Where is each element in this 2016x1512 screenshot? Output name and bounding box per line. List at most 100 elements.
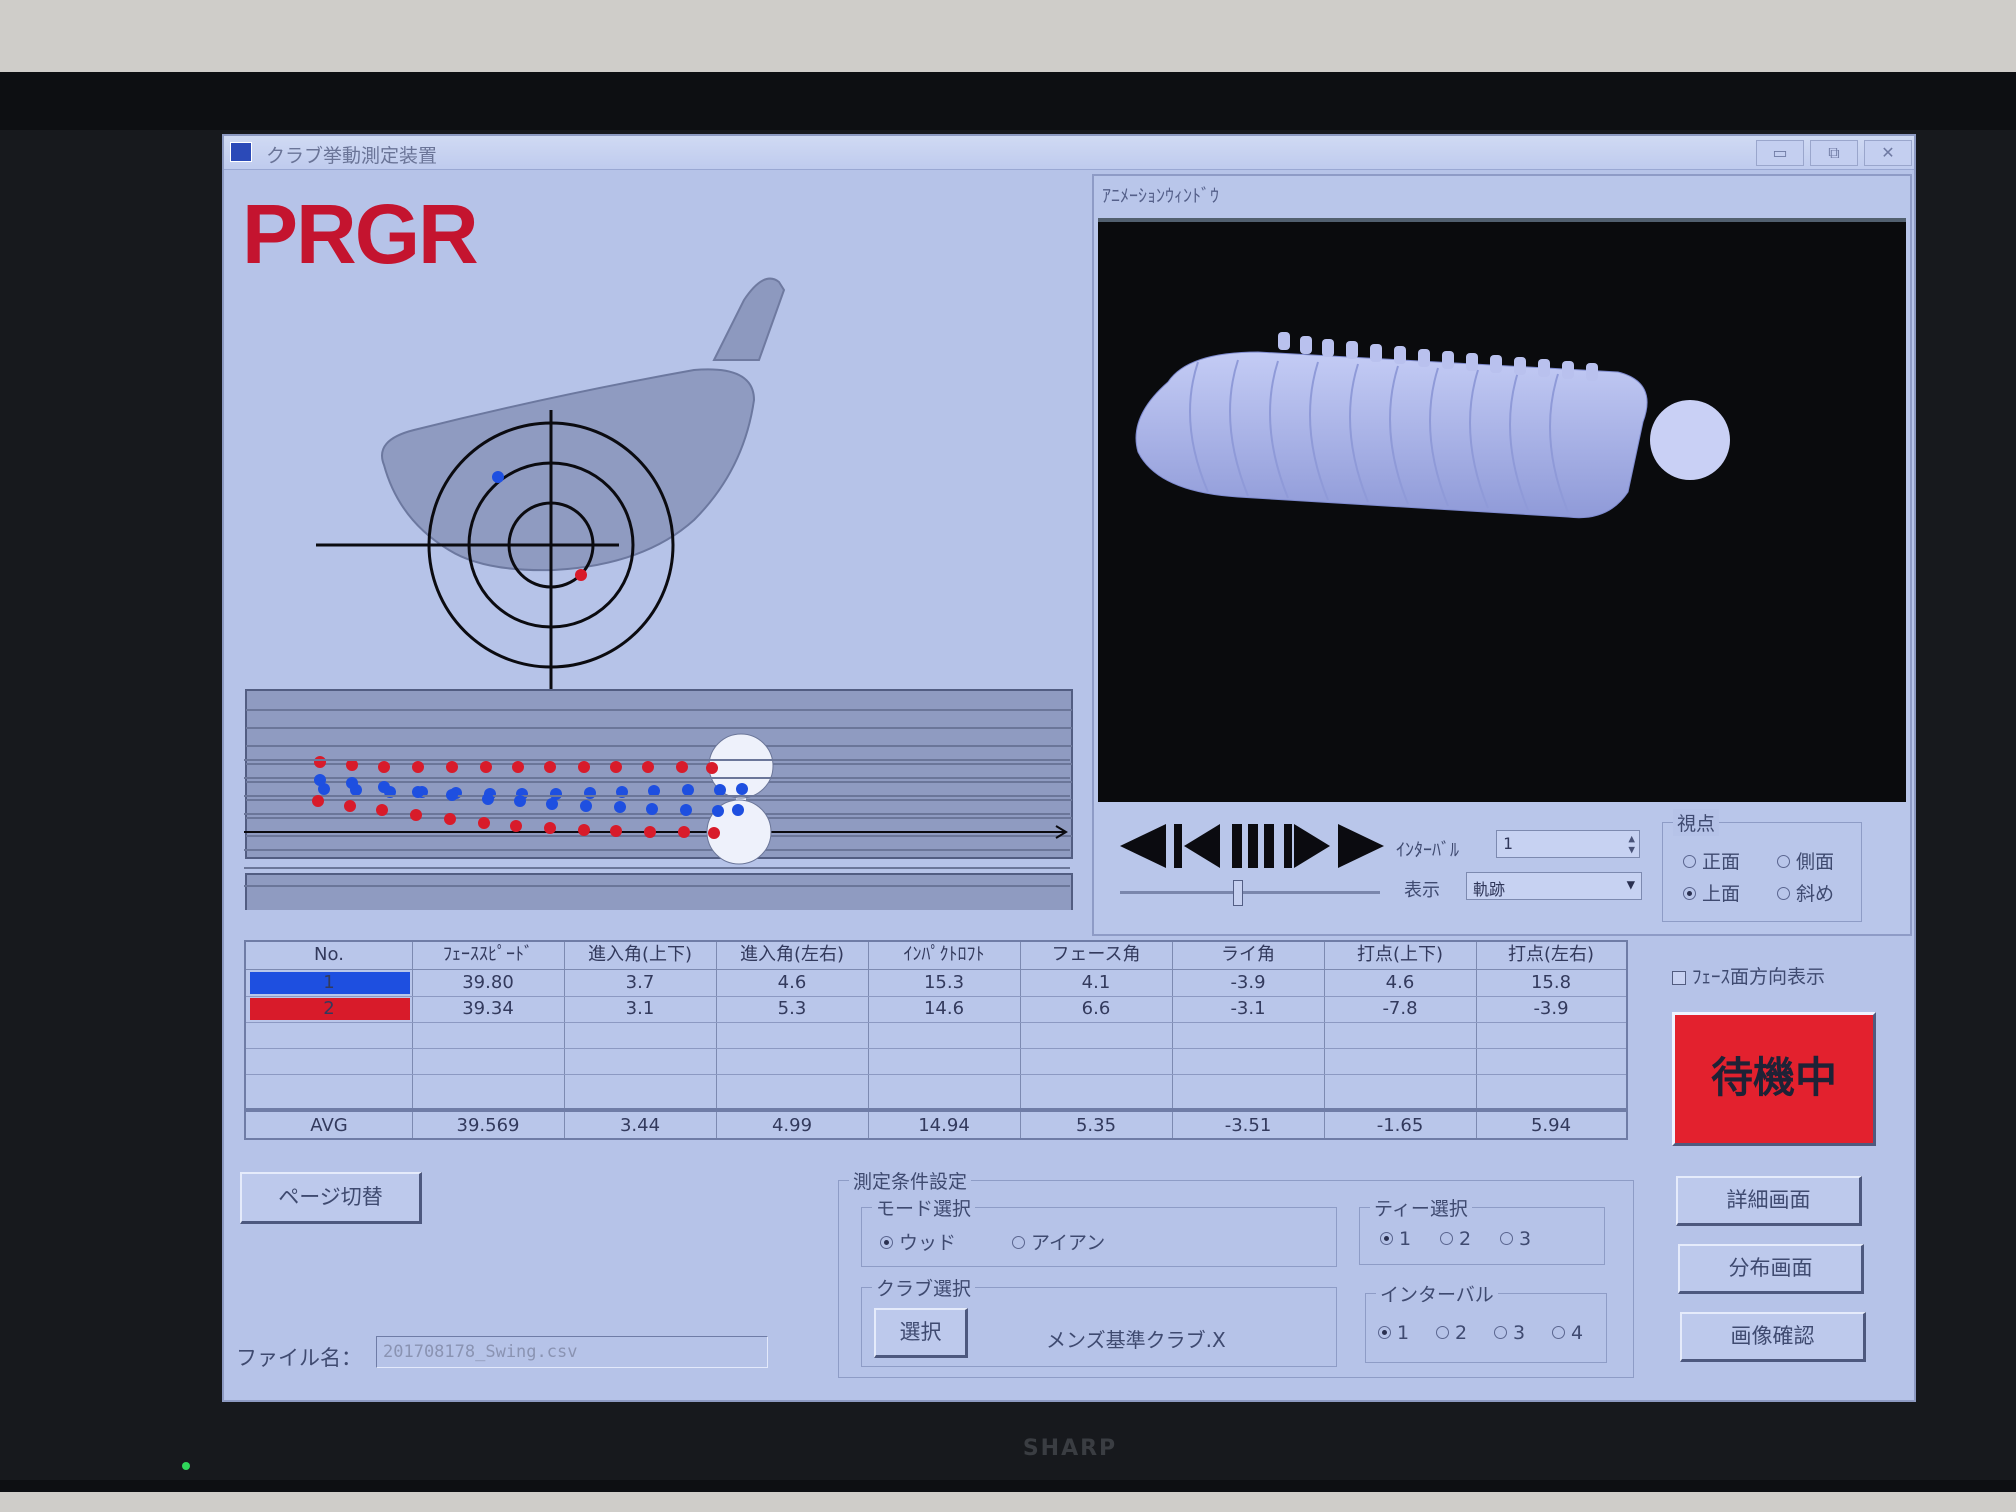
- avg-cell: 3.44: [619, 1115, 661, 1136]
- club-head-trail: [1135, 332, 1648, 519]
- tee-1-radio[interactable]: 1: [1380, 1228, 1411, 1250]
- step-forward-icon[interactable]: [1284, 824, 1330, 868]
- viewpoint-side-radio[interactable]: 側面: [1777, 847, 1834, 874]
- table-cell: 15.8: [1530, 972, 1572, 993]
- measurement-settings-group: 測定条件設定 モード選択 ウッド アイアン ティー選択 1 2 3 クラブ選択 …: [838, 1167, 1634, 1378]
- face-direction-checkbox[interactable]: ﾌｪｰｽ面方向表示: [1672, 962, 1825, 989]
- avg-cell: -1.65: [1376, 1115, 1424, 1136]
- radio-selected-icon: [880, 1236, 893, 1249]
- column-header-impact-horizontal: 打点(左右): [1507, 944, 1595, 965]
- interval-group: インターバル 1 2 3 4: [1365, 1280, 1607, 1363]
- window-title: クラブ挙動測定装置: [266, 145, 438, 167]
- viewpoint-front-radio[interactable]: 正面: [1683, 847, 1740, 874]
- interval-4-radio[interactable]: 4: [1552, 1322, 1583, 1344]
- filename-field[interactable]: 201708178_Swing.csv: [376, 1336, 768, 1368]
- radio-icon: [1777, 887, 1790, 900]
- club-group: クラブ選択 選択 メンズ基準クラブ.X: [861, 1274, 1337, 1367]
- table-cell: -7.8: [1382, 998, 1418, 1019]
- rewind-icon[interactable]: [1120, 824, 1166, 868]
- table-cell: -3.9: [1230, 972, 1266, 993]
- checkbox-icon: [1672, 970, 1686, 985]
- measurement-settings-legend: 測定条件設定: [849, 1167, 972, 1194]
- viewpoint-diagonal-radio[interactable]: 斜め: [1777, 879, 1834, 906]
- mode-wood-radio[interactable]: ウッド: [880, 1228, 956, 1255]
- mode-legend: モード選択: [872, 1194, 976, 1221]
- radio-icon: [1683, 855, 1696, 868]
- table-cell: -3.9: [1533, 998, 1569, 1019]
- display-value: 軌跡: [1473, 880, 1506, 899]
- slider-thumb[interactable]: [1233, 880, 1243, 906]
- playback-slider[interactable]: [1120, 880, 1380, 906]
- radio-icon: [1552, 1326, 1565, 1339]
- avg-cell: 5.35: [1075, 1115, 1117, 1136]
- radio-label: アイアン: [1031, 1232, 1106, 1254]
- page-switch-button[interactable]: ページ切替: [240, 1172, 422, 1224]
- interval-3-radio[interactable]: 3: [1494, 1322, 1525, 1344]
- golf-ball: [1650, 400, 1730, 480]
- radio-label: 1: [1397, 1322, 1410, 1344]
- radio-selected-icon: [1683, 887, 1696, 900]
- table-cell: 3.7: [625, 972, 655, 993]
- animation-window: ｱﾆﾒｰｼｮﾝｳｨﾝﾄﾞｳ ｲﾝﾀｰﾊﾞﾙ 1 ▲ ▼ 表示 軌跡 ▼ 視点 正…: [1092, 174, 1912, 936]
- club-head-shape: [381, 277, 786, 572]
- column-header-attack-vertical: 進入角(上下): [587, 944, 693, 965]
- radio-label: 3: [1513, 1322, 1526, 1344]
- viewpoint-group: 視点 正面 側面 上面 斜め: [1662, 809, 1862, 922]
- interval-group-legend: インターバル: [1376, 1280, 1498, 1307]
- tee-2-radio[interactable]: 2: [1440, 1228, 1471, 1250]
- club-select-button[interactable]: 選択: [874, 1308, 968, 1358]
- club-legend: クラブ選択: [872, 1274, 976, 1301]
- spin-arrows-icon[interactable]: ▲ ▼: [1628, 833, 1635, 855]
- detail-screen-button[interactable]: 詳細画面: [1676, 1176, 1862, 1226]
- column-header-impact-loft: ｲﾝﾊﾟｸﾄﾛﾌﾄ: [903, 944, 985, 965]
- top-view-diagram: [244, 759, 1070, 887]
- table-cell: 4.6: [777, 972, 807, 993]
- interval-label: ｲﾝﾀｰﾊﾞﾙ: [1396, 840, 1459, 861]
- pause-icon[interactable]: [1232, 824, 1274, 868]
- table-header: No. ﾌｪｰｽｽﾋﾟｰﾄﾞ 進入角(上下) 進入角(左右) ｲﾝﾊﾟｸﾄﾛﾌﾄ…: [246, 942, 1626, 970]
- mode-group: モード選択 ウッド アイアン: [861, 1194, 1337, 1267]
- interval-1-radio[interactable]: 1: [1378, 1322, 1409, 1344]
- table-cell: 4.1: [1081, 972, 1111, 993]
- image-check-button[interactable]: 画像確認: [1680, 1312, 1866, 1362]
- chevron-down-icon[interactable]: ▼: [1627, 877, 1635, 893]
- interval-input[interactable]: 1 ▲ ▼: [1496, 830, 1640, 858]
- fast-forward-icon[interactable]: [1338, 824, 1384, 868]
- distribution-screen-button[interactable]: 分布画面: [1678, 1244, 1864, 1294]
- title-bar: クラブ挙動測定装置 ▭ ⧉ ✕: [224, 136, 1914, 170]
- radio-label: 2: [1455, 1322, 1468, 1344]
- row-number: 1: [323, 972, 335, 993]
- animation-viewport[interactable]: [1098, 218, 1906, 802]
- app-window: クラブ挙動測定装置 ▭ ⧉ ✕ PRGR ｱﾆﾒｰｼｮﾝｳｨﾝﾄﾞｳ ｲﾝﾀｰﾊ…: [222, 134, 1916, 1402]
- table-cell: 15.3: [923, 972, 965, 993]
- tee-legend: ティー選択: [1370, 1194, 1472, 1221]
- row-number: 2: [323, 998, 335, 1019]
- avg-cell: 4.99: [771, 1115, 813, 1136]
- tee-3-radio[interactable]: 3: [1500, 1228, 1531, 1250]
- table-row[interactable]: 1 39.80 3.7 4.6 15.3 4.1 -3.9 4.6 15.8: [246, 970, 1626, 996]
- column-header-face-speed: ﾌｪｰｽｽﾋﾟｰﾄﾞ: [443, 944, 533, 965]
- impact-point-1: [492, 471, 504, 483]
- interval-2-radio[interactable]: 2: [1436, 1322, 1467, 1344]
- app-icon: [230, 142, 252, 162]
- table-cell: -3.1: [1230, 998, 1266, 1019]
- radio-icon: [1440, 1232, 1453, 1245]
- club-trajectory-3d: [1135, 332, 1730, 519]
- close-button[interactable]: ✕: [1864, 140, 1912, 166]
- column-header-lie-angle: ライ角: [1221, 944, 1275, 965]
- radio-icon: [1436, 1326, 1449, 1339]
- monitor-brand: SHARP: [1022, 1436, 1118, 1461]
- checkbox-label: ﾌｪｰｽ面方向表示: [1692, 966, 1826, 988]
- step-back-icon[interactable]: [1174, 824, 1220, 868]
- results-table: No. ﾌｪｰｽｽﾋﾟｰﾄﾞ 進入角(上下) 進入角(左右) ｲﾝﾊﾟｸﾄﾛﾌﾄ…: [244, 940, 1628, 1110]
- table-row[interactable]: 2 39.34 3.1 5.3 14.6 6.6 -3.1 -7.8 -3.9: [246, 996, 1626, 1022]
- standby-status-button[interactable]: 待機中: [1672, 1012, 1876, 1146]
- display-select[interactable]: 軌跡 ▼: [1466, 872, 1642, 900]
- maximize-button[interactable]: ⧉: [1810, 140, 1858, 166]
- viewpoint-top-radio[interactable]: 上面: [1683, 879, 1740, 906]
- animation-window-title: ｱﾆﾒｰｼｮﾝｳｨﾝﾄﾞｳ: [1102, 186, 1219, 207]
- column-header-attack-horizontal: 進入角(左右): [739, 944, 845, 965]
- mode-iron-radio[interactable]: アイアン: [1012, 1228, 1105, 1255]
- power-led: [182, 1462, 190, 1470]
- minimize-button[interactable]: ▭: [1756, 140, 1804, 166]
